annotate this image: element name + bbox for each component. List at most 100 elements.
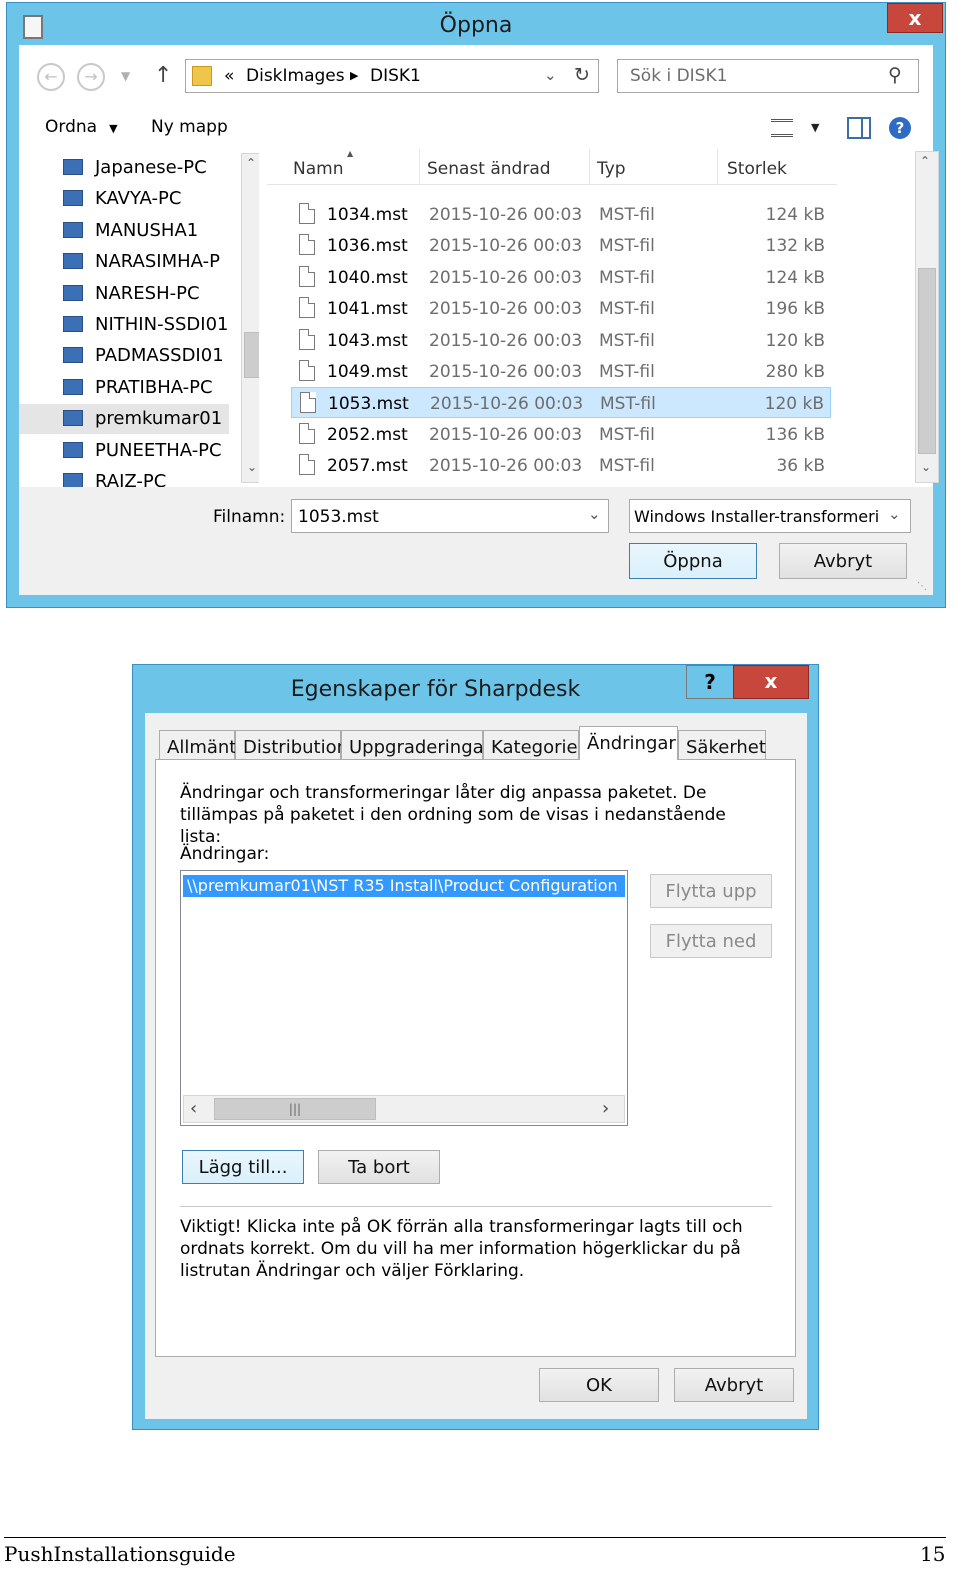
file-row[interactable]: 1043.mst 2015-10-26 00:03 MST-fil 120 kB	[291, 325, 831, 356]
tab-2[interactable]: Distribution	[235, 730, 348, 760]
nav-item[interactable]: NARASIMHA-P	[19, 247, 229, 277]
nav-scrollbar[interactable]: ⌃ ⌄	[241, 153, 259, 483]
changes-list-item[interactable]: \\premkumar01\NST R35 Install\Product Co…	[183, 875, 625, 897]
nav-item[interactable]: PADMASSDI01	[19, 341, 229, 371]
tab-3[interactable]: Uppgraderingar	[341, 730, 491, 760]
tab-4[interactable]: Kategorier	[483, 730, 585, 760]
refresh-icon[interactable]: ↻	[574, 64, 590, 86]
filename-input[interactable]: 1053.mst ⌄	[291, 499, 609, 533]
nav-item[interactable]: KAVYA-PC	[19, 184, 229, 214]
file-row[interactable]: 1053.mst 2015-10-26 00:03 MST-fil 120 kB	[291, 387, 831, 419]
file-row[interactable]: 1036.mst 2015-10-26 00:03 MST-fil 132 kB	[291, 230, 831, 261]
move-down-button[interactable]: Flytta ned	[650, 924, 772, 958]
tab-label: Ändringar	[587, 733, 676, 754]
help-icon[interactable]: ?	[889, 117, 911, 139]
search-input[interactable]: Sök i DISK1 ⚲	[617, 59, 919, 93]
open-button[interactable]: Öppna	[629, 543, 757, 579]
computer-icon	[63, 284, 83, 301]
horizontal-scrollbar[interactable]: ‹ ||| ›	[183, 1095, 625, 1123]
file-name: 1049.mst	[327, 362, 408, 382]
help-button[interactable]: ?	[686, 665, 734, 699]
file-type: MST-fil	[600, 394, 656, 415]
column-header-size[interactable]: Storlek	[727, 159, 787, 179]
scroll-right-icon[interactable]: ›	[602, 1098, 609, 1119]
breadcrumb-item-disk1[interactable]: DISK1	[370, 66, 421, 86]
forward-button[interactable]: →	[77, 63, 105, 91]
scroll-down-icon[interactable]: ⌄	[247, 460, 257, 474]
nav-item[interactable]: RAJZ-PC	[19, 467, 229, 487]
nav-item[interactable]: MANUSHA1	[19, 216, 229, 246]
nav-item-label: NARASIMHA-P	[95, 251, 220, 273]
file-row[interactable]: 2052.mst 2015-10-26 00:03 MST-fil 136 kB	[291, 419, 831, 450]
filetype-select[interactable]: Windows Installer-transformeri ⌄	[629, 499, 911, 533]
view-dropdown-icon[interactable]: ▼	[811, 121, 819, 134]
footer-rule	[4, 1537, 946, 1538]
chevron-down-icon[interactable]: ⌄	[888, 505, 901, 523]
new-folder-button[interactable]: Ny mapp	[151, 117, 228, 137]
scroll-thumb[interactable]: |||	[214, 1098, 376, 1120]
organize-button[interactable]: Ordna ▼	[45, 117, 118, 137]
file-row[interactable]: 1034.mst 2015-10-26 00:03 MST-fil 124 kB	[291, 199, 831, 230]
column-header-name[interactable]: Namn	[293, 159, 343, 179]
file-size: 36 kB	[776, 456, 825, 477]
tab-5[interactable]: Ändringar	[579, 726, 678, 760]
cancel-button[interactable]: Avbryt	[674, 1368, 794, 1402]
file-size: 132 kB	[765, 236, 825, 257]
nav-item[interactable]: NARESH-PC	[19, 279, 229, 309]
file-row[interactable]: 1041.mst 2015-10-26 00:03 MST-fil 196 kB	[291, 293, 831, 324]
scroll-thumb[interactable]	[244, 332, 259, 378]
recent-dropdown-button[interactable]: ▼	[121, 69, 130, 83]
move-up-button[interactable]: Flytta upp	[650, 874, 772, 908]
tab-6[interactable]: Säkerhet	[678, 730, 766, 760]
open-dialog-title: Öppna	[439, 13, 513, 38]
column-header-type[interactable]: Typ	[597, 159, 626, 179]
chevron-down-icon[interactable]: ⌄	[544, 66, 557, 84]
nav-item[interactable]: Japanese-PC	[19, 153, 229, 183]
file-type: MST-fil	[599, 456, 655, 477]
file-scrollbar[interactable]: ⌃ ⌄	[915, 151, 939, 483]
scroll-thumb[interactable]	[918, 268, 936, 454]
nav-item[interactable]: PRATIBHA-PC	[19, 373, 229, 403]
breadcrumb-item-diskimages[interactable]: DiskImages	[246, 66, 345, 86]
scroll-left-icon[interactable]: ‹	[190, 1098, 197, 1119]
footer-page-number: 15	[920, 1542, 946, 1566]
tab-panel: Ändringar och transformeringar låter dig…	[155, 759, 796, 1357]
chevron-down-icon[interactable]: ⌄	[588, 505, 601, 523]
view-options-icon[interactable]	[771, 119, 793, 137]
file-modified: 2015-10-26 00:03	[429, 456, 583, 477]
add-button[interactable]: Lägg till...	[182, 1150, 304, 1184]
scroll-up-icon[interactable]: ⌃	[246, 156, 256, 170]
scroll-down-icon[interactable]: ⌄	[921, 460, 931, 474]
description-text: Ändringar och transformeringar låter dig…	[180, 783, 726, 847]
file-row[interactable]: 1049.mst 2015-10-26 00:03 MST-fil 280 kB	[291, 356, 831, 387]
up-button[interactable]: ↑	[154, 63, 172, 88]
changes-listbox[interactable]: \\premkumar01\NST R35 Install\Product Co…	[180, 870, 628, 1126]
tab-1[interactable]: Allmänt	[159, 730, 236, 760]
back-button[interactable]: ←	[37, 63, 65, 91]
preview-pane-icon[interactable]	[847, 117, 871, 139]
help-icon: ?	[704, 670, 716, 694]
chevron-down-icon: ▼	[121, 69, 131, 83]
close-button[interactable]: x	[733, 665, 809, 699]
file-row[interactable]: 2057.mst 2015-10-26 00:03 MST-fil 36 kB	[291, 450, 831, 481]
navigation-pane[interactable]: Japanese-PC KAVYA-PC MANUSHA1 NARASIMHA-P NA…	[19, 149, 259, 487]
ok-button[interactable]: OK	[539, 1368, 659, 1402]
file-size: 120 kB	[764, 394, 824, 415]
address-bar[interactable]: « DiskImages ▶ DISK1 ⌄ ↻	[185, 59, 599, 93]
column-header-modified[interactable]: Senast ändrad	[427, 159, 551, 179]
cancel-button[interactable]: Avbryt	[779, 543, 907, 579]
nav-item[interactable]: PUNEETHA-PC	[19, 436, 229, 466]
nav-item[interactable]: premkumar01	[19, 404, 229, 435]
nav-item-label: PADMASSDI01	[95, 345, 224, 367]
resize-grip-icon[interactable]: ⋱	[917, 581, 927, 592]
close-button[interactable]: x	[887, 3, 943, 33]
file-modified: 2015-10-26 00:03	[429, 267, 583, 288]
nav-item[interactable]: NITHIN-SSDI01	[19, 310, 229, 340]
file-name: 1034.mst	[327, 205, 408, 225]
remove-button[interactable]: Ta bort	[318, 1150, 440, 1184]
nav-item-label: NITHIN-SSDI01	[95, 314, 229, 335]
scroll-up-icon[interactable]: ⌃	[920, 154, 930, 168]
file-row[interactable]: 1040.mst 2015-10-26 00:03 MST-fil 124 kB	[291, 262, 831, 293]
file-modified: 2015-10-26 00:03	[429, 424, 583, 445]
nav-item-label: Japanese-PC	[95, 157, 207, 178]
